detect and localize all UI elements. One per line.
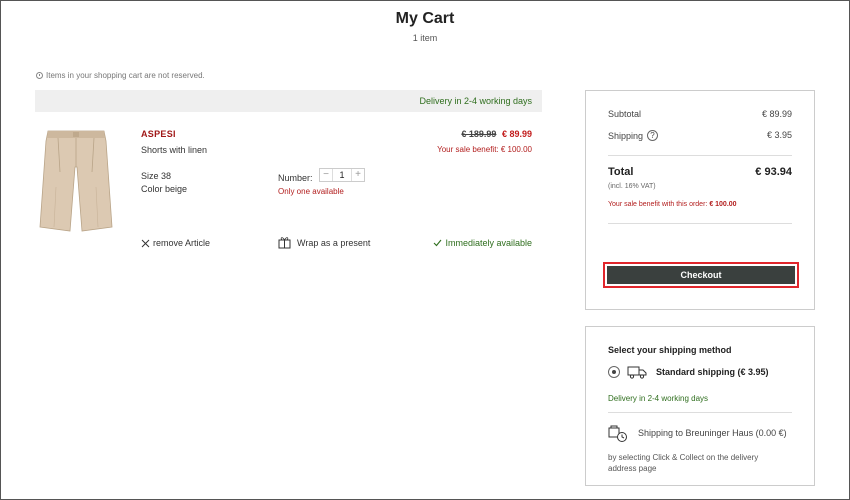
standard-shipping-label[interactable]: Standard shipping (€ 3.95)	[656, 367, 776, 378]
order-sale-benefit: Your sale benefit with this order: € 100…	[608, 201, 737, 208]
decrement-button[interactable]: −	[320, 169, 332, 181]
increment-button[interactable]: +	[352, 169, 364, 181]
shipping-method-panel: Select your shipping method Standard shi…	[585, 326, 815, 486]
subtotal-value: € 89.99	[761, 109, 792, 119]
product-name[interactable]: Shorts with linen	[141, 145, 207, 155]
question-icon[interactable]: ?	[647, 130, 659, 141]
quantity-value[interactable]: 1	[332, 169, 352, 181]
close-icon	[141, 239, 150, 247]
old-price: € 189.99	[461, 129, 497, 139]
clock-icon	[36, 72, 43, 79]
truck-icon	[627, 366, 647, 379]
click-collect-note: by selecting Click & Collect on the deli…	[608, 453, 759, 473]
reservation-notice: Items in your shopping cart are not rese…	[36, 71, 205, 80]
gift-wrap-option[interactable]: Wrap as a present	[278, 236, 370, 249]
checkmark-icon	[434, 239, 442, 247]
quantity-label: Number:	[278, 173, 313, 183]
total-row: Total € 93.94	[608, 166, 792, 178]
delivery-bar: Delivery in 2-4 working days	[35, 90, 542, 112]
page-title: My Cart	[395, 10, 455, 27]
click-collect-label: Shipping to Breuninger Haus (0.00 €)	[638, 428, 787, 438]
order-sale-benefit-value: € 100.00	[709, 201, 737, 208]
divider	[608, 223, 792, 224]
shipping-method-title: Select your shipping method	[608, 345, 732, 355]
remove-article-button[interactable]: remove Article	[141, 238, 210, 248]
shipping-label: Shipping	[608, 130, 644, 141]
reservation-notice-text: Items in your shopping cart are not rese…	[46, 71, 205, 80]
stock-note: Only one available	[278, 187, 344, 196]
divider	[608, 412, 792, 413]
subtotal-row: Subtotal € 89.99	[608, 109, 792, 119]
checkout-button[interactable]: Checkout	[607, 266, 795, 284]
availability-text: Immediately available	[445, 238, 532, 248]
item-sale-benefit: Your sale benefit: € 100.00	[437, 145, 532, 154]
divider	[608, 155, 792, 156]
gift-icon	[278, 237, 291, 249]
total-value: € 93.94	[755, 166, 792, 178]
subtotal-label: Subtotal	[608, 109, 642, 119]
shipping-row: Shipping ? € 3.95	[608, 130, 792, 141]
product-color: Color beige	[141, 184, 188, 194]
shipping-value: € 3.95	[766, 130, 792, 140]
product-size: Size 38	[141, 171, 172, 181]
vat-note: (incl. 16% VAT)	[608, 183, 656, 190]
product-brand[interactable]: ASPESI	[141, 129, 176, 139]
sale-price: € 89.99	[501, 129, 532, 139]
product-prices: € 189.99 € 89.99	[461, 129, 532, 139]
order-sale-benefit-label: Your sale benefit with this order:	[608, 201, 708, 208]
quantity-stepper[interactable]: − 1 +	[319, 168, 365, 182]
order-summary-panel: Subtotal € 89.99 Shipping ? € 3.95 Total…	[585, 90, 815, 310]
store-icon	[608, 425, 627, 442]
delivery-bar-text: Delivery in 2-4 working days	[419, 96, 532, 106]
remove-article-label: remove Article	[153, 238, 211, 248]
item-count: 1 item	[412, 33, 438, 43]
standard-shipping-radio[interactable]	[608, 366, 620, 378]
total-label: Total	[608, 166, 634, 178]
gift-wrap-label: Wrap as a present	[297, 237, 371, 248]
product-image[interactable]	[38, 127, 114, 235]
checkout-highlight: Checkout	[603, 262, 799, 288]
standard-shipping-delivery: Delivery in 2-4 working days	[608, 394, 709, 403]
availability-status: Immediately available	[433, 238, 532, 248]
